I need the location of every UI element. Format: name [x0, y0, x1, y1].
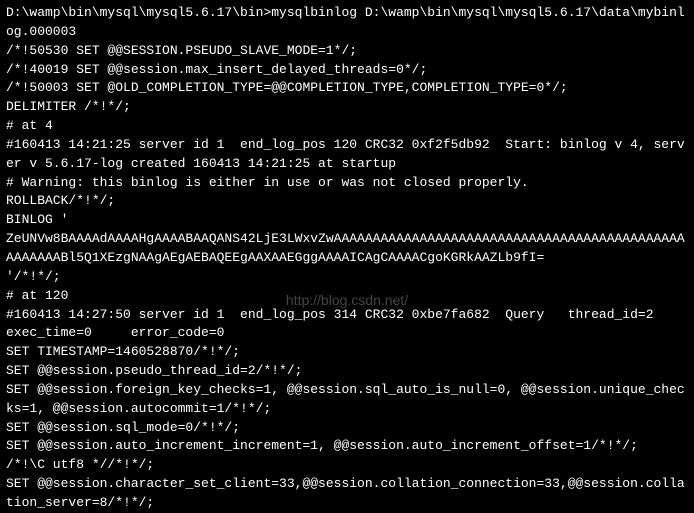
terminal-line: D:\wamp\bin\mysql\mysql5.6.17\bin>mysqlb…: [6, 4, 688, 42]
terminal-line: SET @@session.character_set_client=33,@@…: [6, 475, 688, 513]
terminal-line: #160413 14:21:25 server id 1 end_log_pos…: [6, 136, 688, 174]
terminal-line: SET @@session.auto_increment_increment=1…: [6, 437, 688, 456]
terminal-line: SET @@session.sql_mode=0/*!*/;: [6, 419, 688, 438]
terminal-line: /*!50003 SET @OLD_COMPLETION_TYPE=@@COMP…: [6, 79, 688, 98]
terminal-line: /*!40019 SET @@session.max_insert_delaye…: [6, 61, 688, 80]
terminal-line: DELIMITER /*!*/;: [6, 98, 688, 117]
terminal-line: # Warning: this binlog is either in use …: [6, 174, 688, 193]
terminal-line: SET @@session.foreign_key_checks=1, @@se…: [6, 381, 688, 419]
terminal-line: SET @@session.pseudo_thread_id=2/*!*/;: [6, 362, 688, 381]
terminal-line: # at 120: [6, 287, 688, 306]
terminal-output: D:\wamp\bin\mysql\mysql5.6.17\bin>mysqlb…: [6, 4, 688, 513]
terminal-line: '/*!*/;: [6, 268, 688, 287]
terminal-line: /*!\C utf8 *//*!*/;: [6, 456, 688, 475]
terminal-line: ZeUNVw8BAAAAdAAAAHgAAAABAAQANS42LjE3LWxv…: [6, 230, 688, 268]
terminal-line: ROLLBACK/*!*/;: [6, 192, 688, 211]
terminal-line: #160413 14:27:50 server id 1 end_log_pos…: [6, 306, 688, 344]
terminal-line: SET TIMESTAMP=1460528870/*!*/;: [6, 343, 688, 362]
terminal-line: /*!50530 SET @@SESSION.PSEUDO_SLAVE_MODE…: [6, 42, 688, 61]
terminal-line: # at 4: [6, 117, 688, 136]
terminal-line: BINLOG ': [6, 211, 688, 230]
